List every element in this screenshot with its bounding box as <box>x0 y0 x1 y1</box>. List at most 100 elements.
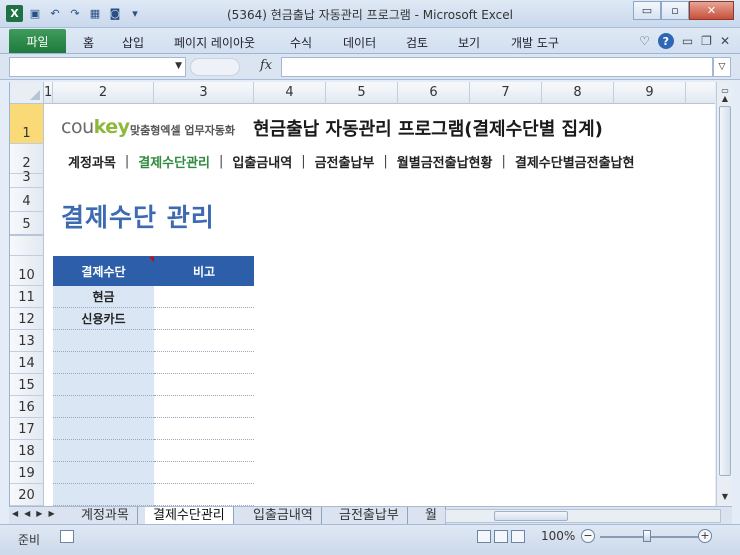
minimize-ribbon-icon[interactable]: ♡ <box>639 34 650 48</box>
sheet-tab-accounts[interactable]: 계정과목 <box>73 507 138 524</box>
row-header[interactable]: 13 <box>10 330 44 352</box>
help-icon[interactable]: ? <box>657 33 674 49</box>
window-restore-icon[interactable]: ❐ <box>701 34 712 48</box>
table-cell-method[interactable] <box>53 374 154 396</box>
nav-link-accounts[interactable]: 계정과목 <box>68 152 116 171</box>
tab-insert[interactable]: 삽입 <box>122 34 144 51</box>
row-header-hidden[interactable] <box>10 236 44 256</box>
normal-view-icon[interactable] <box>477 530 491 543</box>
column-header[interactable]: 5 <box>326 82 398 104</box>
nav-link-monthly[interactable]: 월별금전출납현황 <box>397 152 493 171</box>
row-header[interactable]: 10 <box>10 256 44 286</box>
column-header[interactable]: 6 <box>398 82 470 104</box>
row-header[interactable]: 11 <box>10 286 44 308</box>
column-header[interactable]: 3 <box>154 82 254 104</box>
horizontal-scrollbar[interactable] <box>445 509 721 523</box>
row-header[interactable]: 19 <box>10 462 44 484</box>
close-button[interactable]: ✕ <box>689 1 734 20</box>
table-cell-method[interactable]: 신용카드 <box>53 308 154 330</box>
column-header[interactable]: 7 <box>470 82 542 104</box>
tab-developer[interactable]: 개발 도구 <box>511 34 559 51</box>
row-header[interactable]: 14 <box>10 352 44 374</box>
sheet-tab-monthly[interactable]: 월 <box>417 507 446 524</box>
table-cell-note[interactable] <box>154 308 254 330</box>
minimize-button[interactable]: ▭ <box>633 1 661 20</box>
table-cell-note[interactable] <box>154 418 254 440</box>
row-header[interactable]: 1 <box>10 104 44 144</box>
select-all-button[interactable] <box>10 82 44 104</box>
table-cell-note[interactable] <box>154 396 254 418</box>
tab-formulas[interactable]: 수식 <box>290 34 312 51</box>
nav-link-by-method[interactable]: 결제수단별금전출납현 <box>515 152 635 171</box>
row-header[interactable]: 16 <box>10 396 44 418</box>
tab-data[interactable]: 데이터 <box>343 34 376 51</box>
window-minimize-icon[interactable]: ▭ <box>682 34 693 48</box>
table-cell-method[interactable]: 현금 <box>53 286 154 308</box>
table-cell-note[interactable] <box>154 462 254 484</box>
scroll-down-icon[interactable]: ▼ <box>718 490 732 504</box>
column-header[interactable]: 9 <box>614 82 686 104</box>
scroll-thumb[interactable] <box>494 511 568 521</box>
table-cell-method[interactable] <box>53 440 154 462</box>
sheet-tab-payment-methods[interactable]: 결제수단관리 <box>145 507 234 524</box>
table-cell-note[interactable] <box>154 330 254 352</box>
zoom-slider-handle[interactable] <box>643 530 651 542</box>
table-cell-method[interactable] <box>53 330 154 352</box>
comment-indicator[interactable] <box>149 257 154 262</box>
tab-home[interactable]: 홈 <box>83 34 94 51</box>
scroll-up-icon[interactable]: ▲ <box>718 92 732 106</box>
window-close-icon[interactable]: ✕ <box>720 34 730 48</box>
page-layout-view-icon[interactable] <box>494 530 508 543</box>
restore-button[interactable]: ▫ <box>661 1 689 20</box>
column-header[interactable]: 2 <box>53 82 154 104</box>
table-header-note[interactable]: 비고 <box>154 256 254 286</box>
nav-link-cashbook[interactable]: 금전출납부 <box>315 152 375 171</box>
name-box[interactable]: ▼ <box>9 57 186 77</box>
nav-link-payment-methods[interactable]: 결제수단관리 <box>138 152 210 171</box>
table-cell-note[interactable] <box>154 484 254 506</box>
zoom-in-icon[interactable]: + <box>698 529 712 543</box>
tab-file[interactable]: 파일 <box>9 29 66 53</box>
formula-input[interactable] <box>281 57 713 77</box>
zoom-level[interactable]: 100% <box>541 529 575 543</box>
column-header[interactable]: 4 <box>254 82 326 104</box>
row-header[interactable]: 5 <box>10 212 44 236</box>
table-header-method[interactable]: 결제수단 <box>53 256 154 286</box>
row-header[interactable]: 12 <box>10 308 44 330</box>
row-header[interactable]: 17 <box>10 418 44 440</box>
row-header[interactable]: 15 <box>10 374 44 396</box>
table-cell-method[interactable] <box>53 352 154 374</box>
table-cell-note[interactable] <box>154 440 254 462</box>
row-header[interactable]: 4 <box>10 188 44 212</box>
column-header[interactable]: 8 <box>542 82 614 104</box>
table-cell-note[interactable] <box>154 352 254 374</box>
column-header[interactable]: 1 <box>44 82 53 104</box>
vertical-scrollbar[interactable]: ▭ ▲ ▼ <box>716 82 732 506</box>
row-header[interactable]: 18 <box>10 440 44 462</box>
tab-page-layout[interactable]: 페이지 레이아웃 <box>174 34 255 51</box>
worksheet-grid[interactable]: 1 2 3 4 5 6 7 8 9 1 2 3 4 5 10 11 12 13 … <box>9 82 715 506</box>
table-cell-method[interactable] <box>53 462 154 484</box>
chevron-down-icon[interactable]: ▼ <box>175 61 182 71</box>
table-cell-note[interactable] <box>154 286 254 308</box>
tab-review[interactable]: 검토 <box>406 34 428 51</box>
expand-formula-bar-icon[interactable]: ▽ <box>713 57 731 77</box>
insert-function-icon[interactable]: fx <box>260 58 272 73</box>
table-cell-method[interactable] <box>53 418 154 440</box>
tab-view[interactable]: 보기 <box>458 34 480 51</box>
nav-link-transactions[interactable]: 입출금내역 <box>232 152 292 171</box>
column-header[interactable] <box>686 82 715 104</box>
page-break-view-icon[interactable] <box>511 530 525 543</box>
row-header[interactable]: 20 <box>10 484 44 506</box>
zoom-out-icon[interactable]: − <box>581 529 595 543</box>
status-ready: 준비 <box>18 533 41 547</box>
table-cell-method[interactable] <box>53 484 154 506</box>
sheet-tab-transactions[interactable]: 입출금내역 <box>245 507 322 524</box>
table-cell-method[interactable] <box>53 396 154 418</box>
scroll-thumb[interactable] <box>719 106 731 476</box>
sheet-tab-cashbook[interactable]: 금전출납부 <box>331 507 408 524</box>
sheet-navigation-arrows-icon[interactable]: ◀◀▶▶ <box>12 509 61 518</box>
macro-record-icon[interactable] <box>60 530 74 543</box>
table-cell-note[interactable] <box>154 374 254 396</box>
row-header[interactable]: 3 <box>10 170 44 188</box>
